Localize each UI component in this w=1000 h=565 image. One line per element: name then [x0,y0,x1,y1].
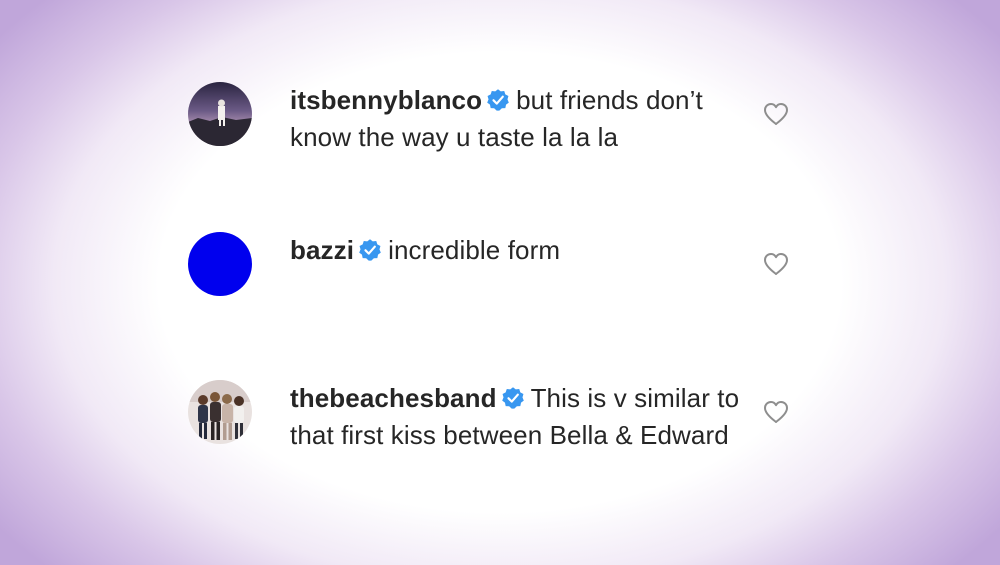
heart-outline-icon[interactable] [763,252,789,276]
comment-body: thebeachesband This is v similar to that … [290,380,760,454]
avatar[interactable] [188,82,252,146]
comment-item: itsbennyblanco but friends don’t know the… [188,82,800,202]
comment-body: bazzi incredible form [290,232,760,269]
comment-body: itsbennyblanco but friends don’t know the… [290,82,760,156]
comment-item: thebeachesband This is v similar to that … [188,380,800,500]
comment-text: incredible form [388,235,561,265]
avatar[interactable] [188,232,252,296]
avatar-photo [188,380,252,444]
avatar[interactable] [188,380,252,444]
comment-username[interactable]: itsbennyblanco [290,85,482,115]
comment-username[interactable]: bazzi [290,235,354,265]
comment-username[interactable]: thebeachesband [290,383,497,413]
verified-badge-icon [358,235,382,261]
heart-outline-icon[interactable] [763,102,789,126]
verified-badge-icon [486,85,510,111]
verified-badge-icon [501,383,525,409]
avatar-photo [188,82,252,146]
heart-outline-icon[interactable] [763,400,789,424]
comment-item: bazzi incredible form [188,232,800,352]
